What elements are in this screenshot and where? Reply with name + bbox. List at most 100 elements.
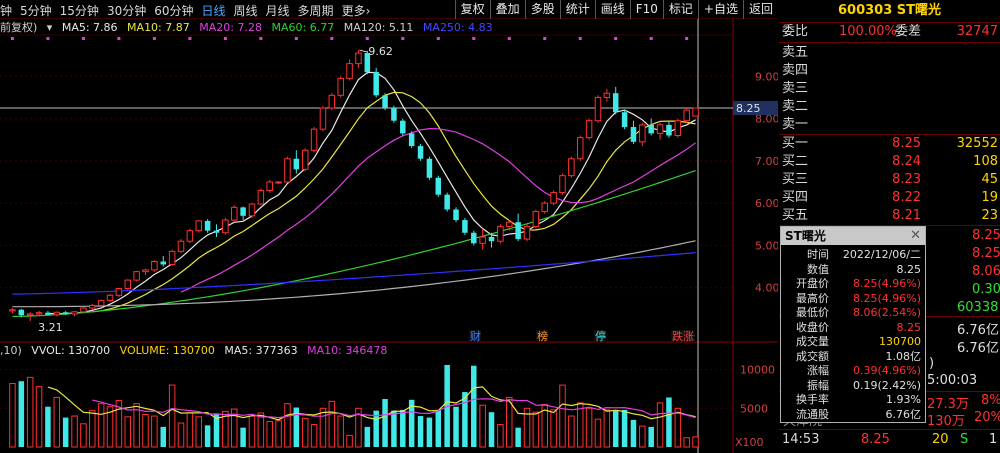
volume-bar (177, 422, 185, 448)
volume-bar (426, 417, 433, 447)
popup-row: 流通股 6.76亿 (781, 408, 925, 422)
volume-bar (89, 410, 96, 448)
candle-body (26, 313, 34, 316)
candle-body (426, 158, 433, 178)
volume-bar (9, 383, 16, 448)
ma60-line (12, 170, 696, 318)
candle-body (222, 219, 229, 234)
candle-body (621, 112, 628, 128)
candle-body (523, 225, 531, 240)
volume-bar (497, 424, 504, 448)
signal-dot (436, 37, 440, 40)
candle-body (506, 221, 513, 227)
candle-body (630, 127, 637, 142)
popup-row: 成交量 130700 (781, 335, 925, 349)
marker-label: 榜 (537, 329, 548, 343)
volume-bar (648, 426, 654, 447)
signal-dot (46, 37, 50, 40)
sell-label: 卖二 (782, 99, 809, 114)
weibi-row: 委比 100.00% 委差 32747 (779, 23, 1000, 41)
volume-bar (328, 400, 336, 448)
candle-body (382, 95, 388, 108)
candle-body (35, 312, 43, 315)
ma250-line (12, 252, 696, 295)
popup-row-value: 1.93% (886, 393, 921, 406)
volume-bar (204, 425, 211, 447)
sell-label: 卖一 (782, 117, 809, 132)
signal-dot (401, 37, 405, 40)
volume-bar (284, 403, 291, 448)
candle-body (683, 109, 690, 122)
popup-row-value: 8.25(4.96%) (852, 277, 921, 290)
volume-bar (35, 386, 43, 448)
volume-bar (71, 415, 78, 448)
volume-bar (568, 415, 575, 448)
popup-row-label: 时间 (807, 248, 829, 261)
buy-price: 8.23 (892, 172, 921, 187)
buy-row: 买二 8.24 108 (779, 153, 1000, 171)
candle-body (45, 312, 51, 315)
candle-body (257, 189, 265, 205)
buy-price: 8.22 (892, 190, 921, 205)
popup-row-value: 0.39(4.96%) (852, 364, 921, 377)
signal-dot (578, 37, 582, 40)
volume-bar (142, 413, 149, 448)
volume-bar (240, 427, 246, 447)
volume-bar (471, 365, 477, 447)
volume-bar (612, 410, 619, 447)
volume-bar (80, 423, 87, 448)
candle-body (417, 146, 424, 159)
sell-label: 卖四 (782, 63, 809, 78)
vol-row2-pct: 20% (974, 410, 1000, 425)
candle-body (18, 309, 25, 316)
volume-bar (97, 403, 105, 448)
popup-row-label: 收盘价 (796, 320, 829, 334)
kline-chart[interactable]: 9.008.007.006.005.004.00100005000X1008.2… (0, 0, 778, 453)
popup-row-value: 8.25 (896, 320, 922, 334)
volume-bar (630, 419, 637, 447)
candle-body (400, 120, 406, 134)
volume-bar (275, 420, 282, 448)
popup-row-label: 涨幅 (807, 364, 829, 377)
candle-body (230, 206, 238, 221)
popup-row-value: 1.08亿 (885, 349, 922, 363)
popup-row-value: 0.19(2.42%) (852, 378, 921, 392)
popup-row-value: 8.06(2.54%) (852, 306, 921, 319)
candle-body (240, 207, 246, 216)
volume-bar (585, 407, 593, 448)
candle-body (53, 311, 61, 316)
candle-body (301, 149, 309, 170)
volume-bar (186, 412, 194, 448)
volume-bar (400, 409, 406, 447)
close-icon[interactable]: ✕ (910, 227, 921, 245)
candle-body (462, 220, 468, 233)
volume-bar (453, 406, 459, 447)
popup-row-label: 成交额 (796, 349, 829, 363)
buy-row: 买五 8.21 23 (779, 207, 1000, 225)
volume-bar (45, 406, 51, 447)
candle-body (603, 92, 611, 98)
volume-bar (364, 426, 371, 447)
candle-body (479, 236, 486, 244)
volume-bar (62, 417, 69, 447)
popup-row: 涨幅 0.39(4.96%) (781, 364, 925, 378)
candle-body (497, 225, 504, 242)
popup-row-label: 最低价 (796, 306, 829, 319)
side-val-7: 6.76亿 (957, 341, 999, 356)
volume-bar (168, 384, 176, 448)
low-price-label: 3.21 (38, 321, 63, 334)
candle-body (266, 181, 273, 191)
side-val-4: 0.30 (972, 282, 1000, 297)
volume-bar (550, 409, 557, 448)
candle-body (674, 120, 682, 136)
popup-row-label: 数值 (807, 262, 829, 276)
candle-body (177, 240, 185, 252)
side-val-2: 8.25 (972, 246, 1000, 261)
volume-label: VOLUME: 130700 (119, 344, 215, 357)
weicha-value: 32747 (956, 24, 998, 39)
vvol-label: VVOL: 130700 (31, 344, 111, 357)
popup-row-label: 成交量 (796, 335, 829, 348)
buy-row: 买三 8.23 45 (779, 171, 1000, 189)
vol-ma10-label: MA10: 346478 (307, 344, 388, 357)
price-tick: 6.00 (755, 197, 778, 210)
